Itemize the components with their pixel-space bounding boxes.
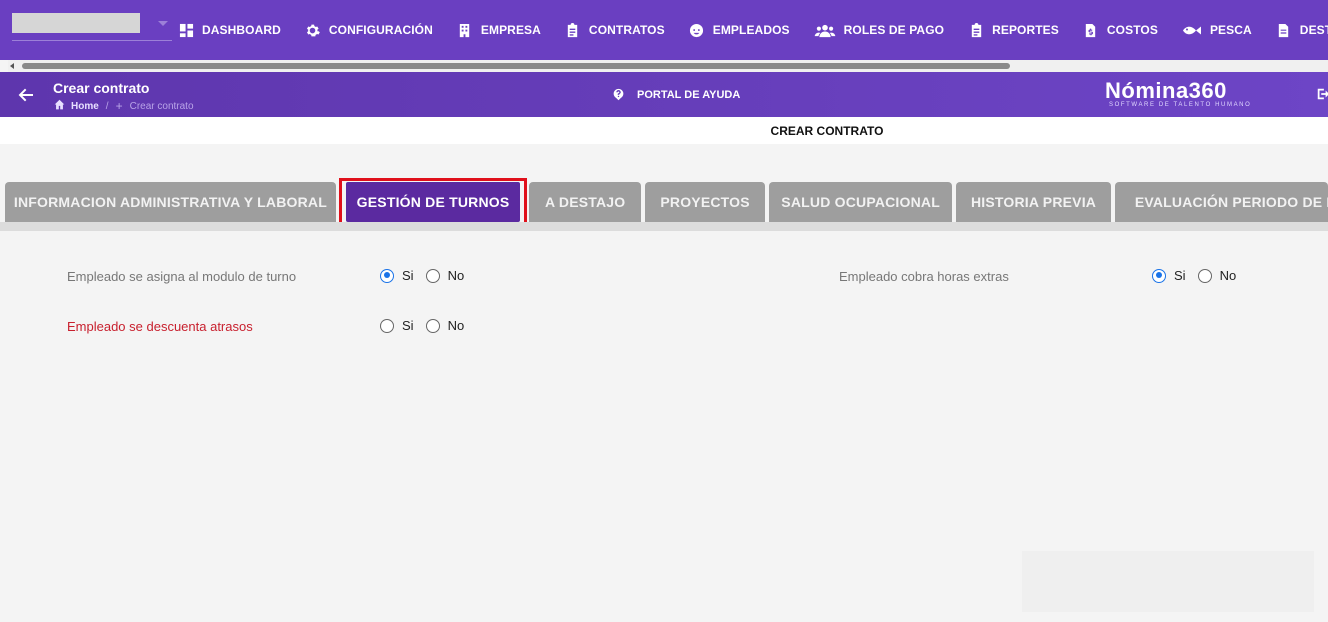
file-dollar-icon xyxy=(1083,22,1099,38)
nav-roles-de-pago-label: ROLES DE PAGO xyxy=(843,23,945,37)
scroll-left-icon[interactable] xyxy=(10,63,14,69)
home-icon[interactable] xyxy=(54,99,71,113)
nav-empleados-label: EMPLEADOS xyxy=(712,23,790,37)
horas-extras-radio-no[interactable] xyxy=(1197,268,1212,283)
logout-icon[interactable] xyxy=(1316,87,1328,101)
nav-dashboard[interactable]: DASHBOARD xyxy=(178,22,281,38)
turno-option-si[interactable]: Si xyxy=(380,268,414,283)
tab-underline xyxy=(0,222,1328,231)
atrasos-radio-si[interactable] xyxy=(380,318,394,333)
page-title-bar: CREAR CONTRATO xyxy=(0,117,1328,144)
nav-costos[interactable]: COSTOS xyxy=(1083,22,1158,38)
active-tab-highlight xyxy=(339,178,527,227)
back-arrow-icon[interactable] xyxy=(18,87,34,103)
nav-destajo[interactable]: DESTAJO xyxy=(1276,22,1328,38)
dashboard-icon xyxy=(178,22,194,38)
gear-icon xyxy=(305,22,321,38)
turno-no-label: No xyxy=(447,268,465,283)
horas-extras-label: Empleado cobra horas extras xyxy=(839,269,1009,284)
nav-configuracion-label: CONFIGURACIÓN xyxy=(328,23,433,37)
horizontal-scrollbar[interactable] xyxy=(8,60,1328,72)
turno-radio-no[interactable] xyxy=(425,268,440,283)
atrasos-radio-group: Si No xyxy=(380,318,476,333)
nav-pesca[interactable]: PESCA xyxy=(1182,22,1252,38)
nav-empresa-label: EMPRESA xyxy=(480,23,541,37)
tab-proyectos[interactable]: PROYECTOS xyxy=(645,182,766,222)
main-menu: DASHBOARD CONFIGURACIÓN EMPRESA CONTRATO… xyxy=(178,0,1328,60)
footer-panel xyxy=(1022,551,1314,612)
horas-extras-radio-group: Si No xyxy=(1152,268,1248,283)
fish-icon xyxy=(1182,22,1202,38)
tab-historia-previa[interactable]: HISTORIA PREVIA xyxy=(956,182,1111,222)
scrollbar-thumb[interactable] xyxy=(22,63,1010,69)
page-header-title: Crear contrato xyxy=(53,80,150,96)
nav-pesca-label: PESCA xyxy=(1209,23,1252,37)
page-title: CREAR CONTRATO xyxy=(770,124,884,138)
building-icon xyxy=(457,22,473,38)
nav-reportes[interactable]: REPORTES xyxy=(968,22,1059,38)
page-header: Crear contrato Home / + Crear contrato P… xyxy=(0,72,1328,117)
help-icon xyxy=(613,88,624,101)
file-icon xyxy=(1276,22,1292,38)
help-portal-label: PORTAL DE AYUDA xyxy=(637,88,741,101)
nav-dashboard-label: DASHBOARD xyxy=(202,23,281,37)
breadcrumb-current: Crear contrato xyxy=(129,100,194,112)
atrasos-label: Empleado se descuenta atrasos xyxy=(67,319,253,334)
turno-si-label: Si xyxy=(402,268,414,283)
clipboard-icon xyxy=(565,22,581,38)
top-navbar: DASHBOARD CONFIGURACIÓN EMPRESA CONTRATO… xyxy=(0,0,1328,60)
nav-contratos-label: CONTRATOS xyxy=(588,23,665,37)
nav-costos-label: COSTOS xyxy=(1106,23,1158,37)
tab-informacion-administrativa[interactable]: INFORMACION ADMINISTRATIVA Y LABORAL xyxy=(5,182,336,222)
breadcrumb-home[interactable]: Home xyxy=(71,101,99,112)
clipboard-icon xyxy=(968,22,984,38)
nav-configuracion[interactable]: CONFIGURACIÓN xyxy=(305,22,433,38)
brand-name: Nómina360 xyxy=(1105,78,1227,103)
horas-extras-no-label: No xyxy=(1219,268,1237,283)
tab-bar: INFORMACION ADMINISTRATIVA Y LABORAL GES… xyxy=(0,182,1328,222)
atrasos-radio-no[interactable] xyxy=(425,318,440,333)
nav-contratos[interactable]: CONTRATOS xyxy=(565,22,665,38)
breadcrumb: Home / + Crear contrato xyxy=(54,99,194,113)
brand-tagline: SOFTWARE DE TALENTO HUMANO xyxy=(1109,102,1252,108)
company-select[interactable] xyxy=(12,13,172,41)
turno-option-no[interactable]: No xyxy=(425,268,465,283)
tab-salud-ocupacional[interactable]: SALUD OCUPACIONAL xyxy=(769,182,953,222)
atrasos-option-no[interactable]: No xyxy=(425,318,465,333)
turno-label: Empleado se asigna al modulo de turno xyxy=(67,269,297,284)
breadcrumb-separator: / xyxy=(105,100,109,112)
turno-radio-group: Si No xyxy=(380,268,476,283)
plus-icon: + xyxy=(115,99,123,113)
atrasos-si-label: Si xyxy=(402,318,414,333)
brand-logo: Nómina360 SOFTWARE DE TALENTO HUMANO xyxy=(1105,78,1251,108)
nav-roles-de-pago[interactable]: ROLES DE PAGO xyxy=(814,22,944,38)
nav-empresa[interactable]: EMPRESA xyxy=(457,22,541,38)
nav-empleados[interactable]: EMPLEADOS xyxy=(689,22,790,38)
atrasos-no-label: No xyxy=(447,318,465,333)
horas-extras-option-si[interactable]: Si xyxy=(1152,268,1186,283)
tab-evaluacion-periodo-prueba[interactable]: EVALUACIÓN PERIODO DE PRUEBA xyxy=(1114,182,1328,222)
nav-destajo-label: DESTAJO xyxy=(1299,23,1328,37)
horas-extras-radio-si[interactable] xyxy=(1152,268,1166,283)
face-icon xyxy=(689,22,705,38)
users-icon xyxy=(814,22,836,38)
horas-extras-si-label: Si xyxy=(1174,268,1186,283)
turno-radio-si[interactable] xyxy=(380,268,394,283)
horas-extras-option-no[interactable]: No xyxy=(1197,268,1237,283)
tab-a-destajo[interactable]: A DESTAJO xyxy=(529,182,642,222)
company-select-value xyxy=(12,13,140,33)
atrasos-option-si[interactable]: Si xyxy=(380,318,414,333)
help-portal-link[interactable]: PORTAL DE AYUDA xyxy=(612,88,740,101)
chevron-down-icon xyxy=(158,21,168,26)
nav-reportes-label: REPORTES xyxy=(992,23,1059,37)
